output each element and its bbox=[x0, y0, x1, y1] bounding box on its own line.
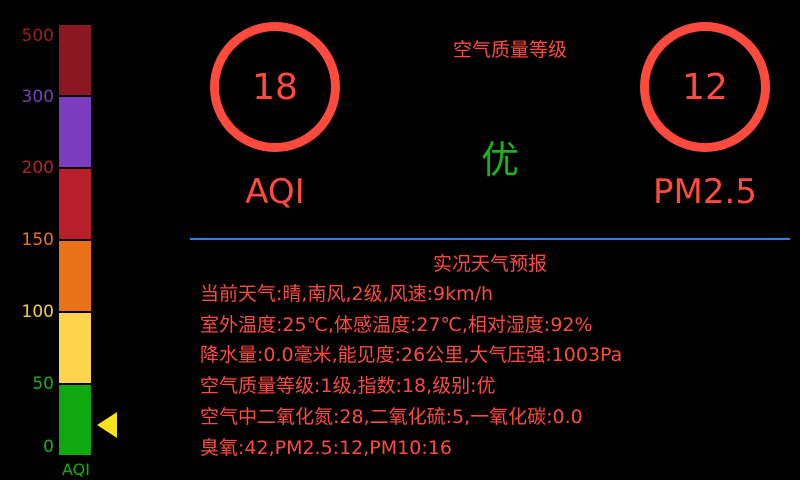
scale-axis-name: AQI bbox=[62, 460, 90, 479]
pm25-label: PM2.5 bbox=[653, 172, 757, 212]
scale-label-50: 50 bbox=[32, 374, 54, 394]
air-quality-grade: 优 bbox=[480, 138, 519, 182]
scale-label-200: 200 bbox=[21, 158, 54, 178]
scale-label-0: 0 bbox=[43, 437, 54, 457]
aqi-value: 18 bbox=[252, 66, 298, 108]
report-line-air-grade: 空气质量等级:1级,指数:18,级别:优 bbox=[200, 375, 496, 397]
report-line-temperature: 室外温度:25℃,体感温度:27℃,相对湿度:92% bbox=[200, 314, 593, 336]
pm25-ring: 12 bbox=[640, 22, 770, 152]
report-line-precipitation: 降水量:0.0毫米,能见度:26公里,大气压强:1003Pa bbox=[200, 344, 623, 366]
triangle-pointer-icon bbox=[97, 412, 117, 438]
scale-segment-sensitive bbox=[59, 241, 91, 311]
weather-report-title: 实况天气预报 bbox=[432, 253, 547, 275]
pm25-value: 12 bbox=[682, 66, 728, 108]
scale-segment-unhealthy bbox=[59, 169, 91, 239]
scale-segment-hazardous bbox=[59, 25, 91, 95]
report-line-particles: 臭氧:42,PM2.5:12,PM10:16 bbox=[200, 437, 452, 459]
report-line-weather: 当前天气:晴,南风,2级,风速:9km/h bbox=[200, 283, 494, 305]
aqi-label: AQI bbox=[245, 172, 305, 212]
report-line-gases: 空气中二氧化氮:28,二氧化硫:5,一氧化碳:0.0 bbox=[200, 406, 583, 428]
scale-label-150: 150 bbox=[21, 230, 54, 250]
scale-label-500: 500 bbox=[21, 26, 54, 46]
section-divider bbox=[190, 238, 790, 240]
air-quality-title: 空气质量等级 bbox=[452, 39, 567, 61]
aqi-ring: 18 bbox=[210, 22, 340, 152]
scale-segment-good bbox=[59, 385, 91, 455]
scale-label-100: 100 bbox=[21, 302, 54, 322]
scale-segment-very-unhealthy bbox=[59, 97, 91, 167]
scale-label-300: 300 bbox=[21, 87, 54, 107]
scale-segment-moderate bbox=[59, 313, 91, 383]
